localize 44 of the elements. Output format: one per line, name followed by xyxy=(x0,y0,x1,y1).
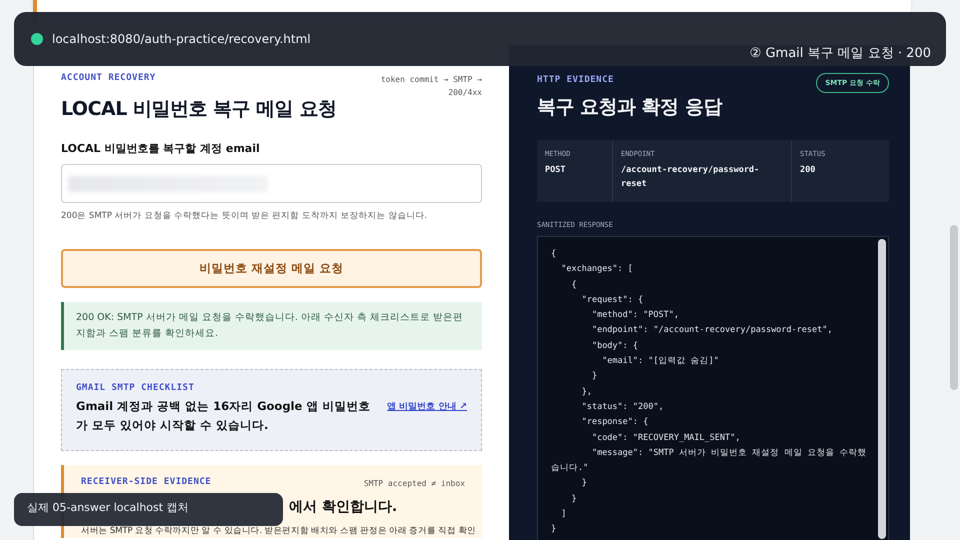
metric-value: /account-recovery/password-reset xyxy=(621,164,760,191)
code-line: } xyxy=(590,370,598,384)
evidence-text: 서버는 SMTP 요청 수락까지만 알 수 있습니다. 받은편지함 배치와 스팸 판정은 아래 증거를 직접 확인 xyxy=(81,525,476,538)
evidence-eyebrow: RECEIVER-SIDE EVIDENCE xyxy=(81,477,212,487)
flow-note: token commit → SMTP → 200/4xx xyxy=(380,74,482,99)
metric-value: 200 xyxy=(800,164,816,177)
code-line: { xyxy=(551,248,558,261)
evidence-title: 에서 확인합니다. xyxy=(289,498,398,516)
evidence-note: SMTP accepted ≠ inbox xyxy=(362,478,465,490)
guide-link[interactable]: 앱 비밀번호 안내 ↗ xyxy=(387,400,467,413)
status-alert: 200 OK: SMTP 서버가 메일 요청을 수락했습니다. 아래 수신자 측 체크리스트로 받은편지함과 스팸 분류를 확인하세요. xyxy=(61,302,482,350)
checklist-eyebrow: GMAIL SMTP CHECKLIST xyxy=(76,383,196,393)
code-line: "status": "200", xyxy=(580,400,665,414)
scrollbar-thumb[interactable] xyxy=(950,225,958,390)
scrollbar-thumb[interactable] xyxy=(878,239,886,539)
code-line: } xyxy=(570,492,578,506)
code-line: }, xyxy=(580,386,593,399)
field-label: LOCAL 비밀번호를 복구할 계정 email xyxy=(61,141,261,156)
section-eyebrow: ACCOUNT RECOVERY xyxy=(61,73,156,83)
code-line: "exchanges": [ xyxy=(560,263,634,276)
code-line: "message": "SMTP 서버가 비밀번호 재설정 메일 요청을 수락했습니다." xyxy=(551,446,868,476)
capture-caption: 실제 05-answer localhost 캡처 xyxy=(14,493,283,526)
code-line: "endpoint": "/account-recovery/password-reset", xyxy=(590,324,834,338)
code-line: "response": { xyxy=(580,416,650,430)
code-line: { xyxy=(570,278,578,292)
panel-title: 복구 요청과 확정 응답 xyxy=(537,95,724,119)
code-line: "code": "RECOVERY_MAIL_SENT", xyxy=(590,432,742,445)
page-title: LOCAL 비밀번호 복구 메일 요청 xyxy=(61,97,338,121)
page-url: localhost:8080/auth-practice/recovery.html xyxy=(52,32,311,46)
help-text: 200은 SMTP 서버가 요청을 수락했다는 뜻이며 받은 편지함 도착까지 보장하지는 않습니다. xyxy=(61,210,428,222)
code-line: } xyxy=(551,523,558,536)
metric-value: POST xyxy=(545,164,566,177)
code-line: "method": "POST", xyxy=(590,309,680,322)
code-line: } xyxy=(580,477,588,490)
email-field[interactable] xyxy=(61,164,482,203)
section-eyebrow: HTTP EVIDENCE xyxy=(537,75,614,85)
code-line: "body": { xyxy=(590,340,640,353)
code-line: "email": "[입력값 숨김]" xyxy=(601,355,720,368)
code-line: ] xyxy=(560,508,568,522)
submit-button[interactable]: 비밀번호 재설정 메일 요청 xyxy=(61,249,482,288)
status-dot-icon xyxy=(31,33,43,45)
checklist-text: Gmail 계정과 공백 없는 16자리 Google 앱 비밀번호가 모두 있어야 시작할 수 있습니다. xyxy=(76,398,372,434)
step-caption: ② Gmail 복구 메일 요청 · 200 xyxy=(750,45,931,62)
code-line: "request": { xyxy=(580,294,644,307)
